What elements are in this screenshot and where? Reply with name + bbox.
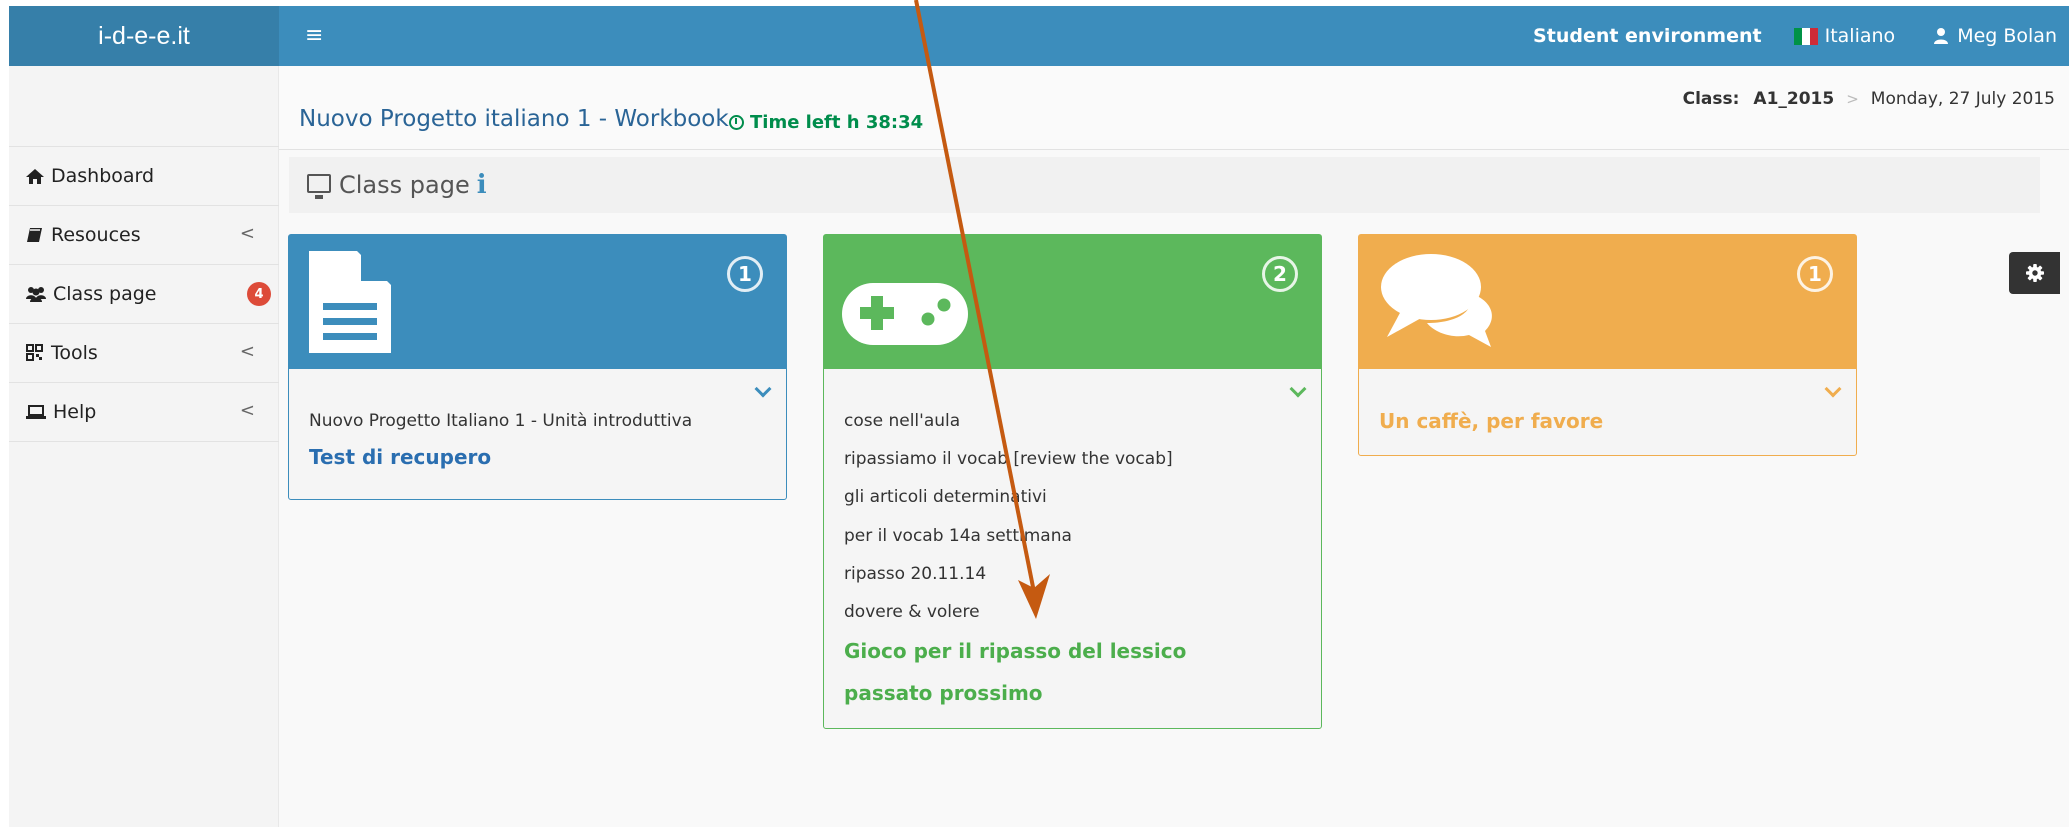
class-label: Class: (1682, 89, 1740, 109)
box-header: 1 (289, 235, 786, 369)
desktop-icon (307, 173, 331, 199)
logo[interactable]: i-d-e-e.it (9, 6, 279, 66)
chevron-down-icon[interactable] (1290, 385, 1303, 398)
chevron-down-icon[interactable] (755, 385, 768, 398)
sidebar-item-resources[interactable]: Resouces < (9, 205, 279, 264)
user-name: Meg Bolan (1957, 25, 2057, 47)
chevron-left-icon: < (239, 341, 255, 362)
item-count-badge: 1 (727, 256, 763, 292)
resource-box-games: 2 cose nell'aula ripassiamo il vocab [re… (823, 234, 1322, 729)
italian-flag-icon (1793, 27, 1818, 45)
document-icon (309, 251, 391, 353)
class-page-bar: Class page i (289, 157, 2040, 213)
content-header: Nuovo Progetto italiano 1 - Workbook Tim… (279, 66, 2069, 150)
game-link[interactable]: passato prossimo (844, 681, 1043, 705)
sidebar-item-tools[interactable]: Tools < (9, 323, 279, 382)
top-navbar: i-d-e-e.it ≡ Student environment Italian… (9, 6, 2069, 66)
user-menu[interactable]: Meg Bolan (1933, 25, 2057, 47)
sidebar-item-label: Dashboard (51, 165, 155, 187)
resource-box-documents: 1 Nuovo Progetto Italiano 1 - Unità intr… (288, 234, 787, 500)
list-item: Nuovo Progetto Italiano 1 - Unità introd… (309, 411, 693, 431)
sidebar-divider (9, 441, 279, 442)
box-header: 2 (824, 235, 1321, 369)
section-title: Class page (339, 171, 470, 199)
book-icon (27, 228, 42, 242)
info-icon[interactable]: i (477, 170, 487, 200)
page-title: Nuovo Progetto italiano 1 - Workbook (299, 106, 729, 132)
home-icon (26, 169, 44, 184)
user-icon (1934, 28, 1949, 44)
list-item: ripassiamo il vocab [review the vocab] (844, 449, 1173, 469)
gamepad-icon (842, 283, 968, 345)
list-item: dovere & volere (844, 602, 980, 622)
menu-toggle-button[interactable]: ≡ (305, 22, 331, 50)
list-item: gli articoli determinativi (844, 487, 1047, 507)
list-item: per il vocab 14a settimana (844, 526, 1072, 546)
navbar-right: Student environment Italiano Meg Bolan (1533, 6, 2057, 66)
item-count-badge: 2 (1262, 256, 1298, 292)
sidebar-item-dashboard[interactable]: Dashboard (9, 146, 279, 205)
sidebar-item-label: Class page (53, 283, 157, 305)
class-name[interactable]: A1_2015 (1753, 89, 1834, 109)
game-link[interactable]: Gioco per il ripasso del lessico (844, 639, 1186, 663)
chevron-left-icon: < (239, 400, 255, 421)
notification-badge: 4 (247, 282, 271, 306)
resource-link[interactable]: Test di recupero (309, 445, 491, 469)
users-icon (26, 287, 46, 302)
language-label: Italiano (1824, 25, 1896, 47)
chat-bubbles-icon (1381, 254, 1492, 347)
list-item: ripasso 20.11.14 (844, 564, 987, 584)
gear-icon (2025, 264, 2044, 282)
conversation-link[interactable]: Un caffè, per favore (1379, 409, 1603, 433)
hamburger-icon: ≡ (305, 23, 324, 48)
list-item: cose nell'aula (844, 411, 961, 431)
environment-label: Student environment (1533, 25, 1762, 47)
language-selector[interactable]: Italiano (1793, 25, 1896, 47)
time-left-indicator: Time left h 38:34 (729, 112, 923, 133)
sidebar-item-help[interactable]: Help < (9, 382, 279, 441)
resource-box-conversations: 1 Un caffè, per favore (1358, 234, 1857, 456)
chevron-left-icon: < (239, 223, 255, 244)
item-count-badge: 1 (1797, 256, 1833, 292)
chevron-down-icon[interactable] (1825, 385, 1838, 398)
clock-icon (729, 115, 744, 130)
sidebar-item-label: Tools (51, 342, 98, 364)
time-left-text: Time left h 38:34 (750, 112, 924, 133)
qrcode-icon (26, 344, 43, 361)
box-header: 1 (1359, 235, 1856, 369)
settings-button[interactable] (2009, 252, 2060, 294)
sidebar-item-class-page[interactable]: Class page 4 (9, 264, 279, 323)
laptop-icon (26, 405, 46, 419)
sidebar-item-label: Resouces (51, 224, 141, 246)
sidebar: Dashboard Resouces < Class page 4 Tools … (9, 66, 279, 827)
sidebar-item-label: Help (53, 401, 97, 423)
current-date: Monday, 27 July 2015 (1870, 89, 2055, 109)
breadcrumb-separator: > (1846, 90, 1859, 108)
breadcrumb: Class: A1_2015 > Monday, 27 July 2015 (1683, 89, 2055, 109)
